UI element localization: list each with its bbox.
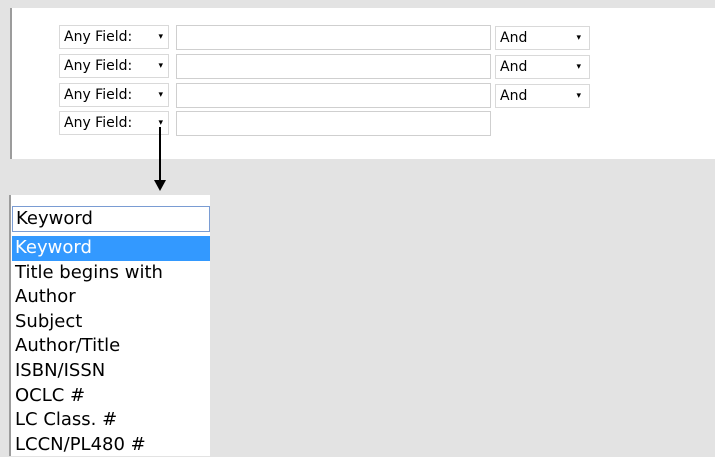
field-select-label: Any Field: [64, 87, 133, 103]
field-select-2[interactable]: Any Field: ▾ [59, 54, 169, 78]
search-term-input-2[interactable] [176, 54, 491, 79]
top-background [0, 0, 715, 8]
field-select-4[interactable]: Any Field: ▾ [59, 111, 169, 135]
option-isbn-issn[interactable]: ISBN/ISSN [12, 359, 210, 384]
option-lccn-pl480[interactable]: LCCN/PL480 # [12, 433, 210, 457]
option-title-begins-with[interactable]: Title begins with [12, 261, 210, 286]
boolean-operator-label: And [500, 88, 528, 104]
dropdown-current-value[interactable]: Keyword [12, 206, 210, 232]
chevron-down-icon: ▾ [576, 91, 581, 101]
boolean-operator-select-1[interactable]: And ▾ [495, 26, 590, 50]
boolean-operator-select-3[interactable]: And ▾ [495, 84, 590, 108]
dropdown-options-list: Keyword Title begins with Author Subject… [12, 236, 210, 457]
field-select-label: Any Field: [64, 29, 133, 45]
boolean-operator-label: And [500, 59, 528, 75]
option-keyword[interactable]: Keyword [12, 236, 210, 261]
option-subject[interactable]: Subject [12, 310, 210, 335]
chevron-down-icon: ▾ [158, 32, 163, 42]
search-term-input-3[interactable] [176, 83, 491, 108]
option-author-title[interactable]: Author/Title [12, 334, 210, 359]
option-oclc[interactable]: OCLC # [12, 384, 210, 409]
field-select-label: Any Field: [64, 115, 133, 131]
chevron-down-icon: ▾ [576, 62, 581, 72]
arrow-down-icon [154, 180, 166, 191]
boolean-operator-select-2[interactable]: And ▾ [495, 55, 590, 79]
search-term-input-1[interactable] [176, 25, 491, 50]
boolean-operator-label: And [500, 30, 528, 46]
option-author[interactable]: Author [12, 285, 210, 310]
callout-arrow-line [159, 127, 161, 183]
field-select-label: Any Field: [64, 58, 133, 74]
option-lc-class[interactable]: LC Class. # [12, 408, 210, 433]
field-select-3[interactable]: Any Field: ▾ [59, 83, 169, 107]
chevron-down-icon: ▾ [158, 90, 163, 100]
search-term-input-4[interactable] [176, 111, 491, 136]
advanced-search-form: Any Field: ▾ And ▾ Any Field: ▾ And ▾ An… [10, 8, 715, 159]
chevron-down-icon: ▾ [158, 61, 163, 71]
field-select-1[interactable]: Any Field: ▾ [59, 25, 169, 49]
field-dropdown-expanded: Keyword Keyword Title begins with Author… [9, 195, 210, 456]
chevron-down-icon: ▾ [576, 33, 581, 43]
